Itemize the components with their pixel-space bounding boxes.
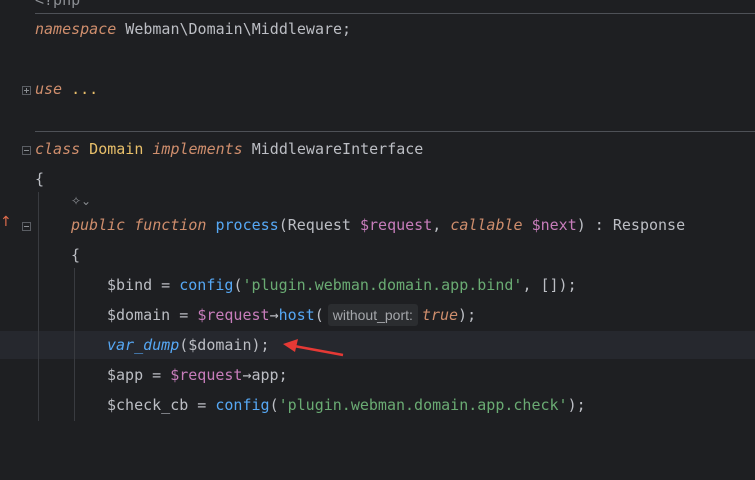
annotation-arrow — [283, 339, 344, 357]
code-editor[interactable]: <?php namespace Webman\Domain\Middleware… — [0, 0, 755, 421]
